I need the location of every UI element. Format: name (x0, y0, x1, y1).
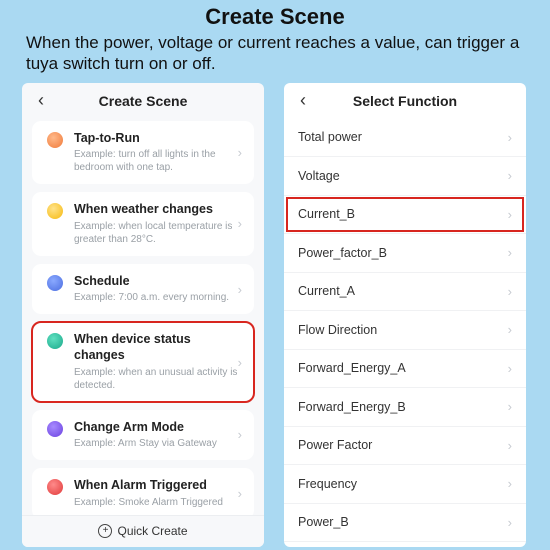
card-title: When weather changes (74, 202, 238, 218)
function-row-power-b[interactable]: Power_B › (284, 504, 526, 543)
function-label: Current_B (298, 207, 355, 221)
chevron-right-icon: › (508, 207, 512, 222)
card-tap-to-run[interactable]: Tap-to-Run Example: turn off all lights … (32, 121, 254, 185)
phone-select-function: ‹ Select Function Total power › Voltage … (284, 83, 526, 547)
card-title: Schedule (74, 274, 238, 290)
card-device-status-changes[interactable]: When device status changes Example: when… (32, 322, 254, 401)
phone-header: ‹ Select Function (284, 83, 526, 119)
chevron-right-icon: › (238, 427, 242, 442)
chevron-right-icon: › (508, 284, 512, 299)
card-weather-changes[interactable]: When weather changes Example: when local… (32, 192, 254, 256)
function-label: Power_B (298, 515, 349, 529)
function-row-power-factor[interactable]: Power Factor › (284, 427, 526, 466)
chevron-right-icon: › (508, 399, 512, 414)
chevron-right-icon: › (238, 486, 242, 501)
chevron-right-icon: › (508, 515, 512, 530)
quick-create-button[interactable]: + Quick Create (22, 515, 264, 547)
function-label: Current_A (298, 284, 355, 298)
clock-icon (42, 274, 68, 291)
page-description: When the power, voltage or current reach… (0, 32, 550, 83)
function-label: Power_factor_B (298, 246, 387, 260)
function-label: Frequency (298, 477, 357, 491)
card-title: When Alarm Triggered (74, 478, 238, 494)
chevron-right-icon: › (238, 216, 242, 231)
function-row-forward-energy-b[interactable]: Forward_Energy_B › (284, 388, 526, 427)
card-title: When device status changes (74, 332, 238, 363)
function-row-frequency[interactable]: Frequency › (284, 465, 526, 504)
quick-create-label: Quick Create (117, 524, 187, 538)
card-title: Change Arm Mode (74, 420, 238, 436)
function-row-voltage[interactable]: Voltage › (284, 157, 526, 196)
sun-icon (42, 202, 68, 219)
chevron-right-icon: › (238, 145, 242, 160)
alarm-icon (42, 478, 68, 495)
card-subtitle: Example: Arm Stay via Gateway (74, 437, 238, 450)
chevron-right-icon: › (508, 361, 512, 376)
card-alarm-triggered[interactable]: When Alarm Triggered Example: Smoke Alar… (32, 468, 254, 514)
chevron-right-icon: › (508, 438, 512, 453)
chevron-right-icon: › (238, 282, 242, 297)
function-label: Total power (298, 130, 362, 144)
function-label: Flow Direction (298, 323, 377, 337)
function-row-total-power[interactable]: Total power › (284, 119, 526, 158)
phone-header: ‹ Create Scene (22, 83, 264, 119)
function-row-forward-energy-a[interactable]: Forward_Energy_A › (284, 350, 526, 389)
back-icon[interactable]: ‹ (32, 90, 50, 111)
phone-create-scene: ‹ Create Scene Tap-to-Run Example: turn … (22, 83, 264, 547)
phone-title: Select Function (284, 93, 526, 109)
card-subtitle: Example: 7:00 a.m. every morning. (74, 291, 238, 304)
card-subtitle: Example: when an unusual activity is det… (74, 366, 238, 392)
card-title: Tap-to-Run (74, 131, 238, 147)
device-icon (42, 332, 68, 349)
card-change-arm-mode[interactable]: Change Arm Mode Example: Arm Stay via Ga… (32, 410, 254, 461)
function-list: Total power › Voltage › Current_B › Powe… (284, 119, 526, 547)
phones-container: ‹ Create Scene Tap-to-Run Example: turn … (0, 83, 550, 547)
chevron-right-icon: › (508, 245, 512, 260)
card-subtitle: Example: Smoke Alarm Triggered (74, 496, 238, 509)
function-row-flow-direction[interactable]: Flow Direction › (284, 311, 526, 350)
card-schedule[interactable]: Schedule Example: 7:00 a.m. every mornin… (32, 264, 254, 315)
function-label: Forward_Energy_A (298, 361, 406, 375)
function-row-power-factor-b[interactable]: Power_factor_B › (284, 234, 526, 273)
function-row-current-a[interactable]: Current_A › (284, 273, 526, 312)
shield-icon (42, 420, 68, 437)
tap-icon (42, 131, 68, 148)
chevron-right-icon: › (508, 322, 512, 337)
function-label: Voltage (298, 169, 340, 183)
card-subtitle: Example: turn off all lights in the bedr… (74, 148, 238, 174)
back-icon[interactable]: ‹ (294, 90, 312, 111)
chevron-right-icon: › (508, 476, 512, 491)
chevron-right-icon: › (508, 130, 512, 145)
plus-icon: + (98, 524, 112, 538)
chevron-right-icon: › (238, 355, 242, 370)
chevron-right-icon: › (508, 168, 512, 183)
phone-title: Create Scene (22, 93, 264, 109)
function-label: Power Factor (298, 438, 372, 452)
page-title: Create Scene (0, 0, 550, 32)
phone-body: Tap-to-Run Example: turn off all lights … (22, 119, 264, 515)
function-label: Forward_Energy_B (298, 400, 406, 414)
card-subtitle: Example: when local temperature is great… (74, 220, 238, 246)
function-row-current-b[interactable]: Current_B › (284, 196, 526, 235)
